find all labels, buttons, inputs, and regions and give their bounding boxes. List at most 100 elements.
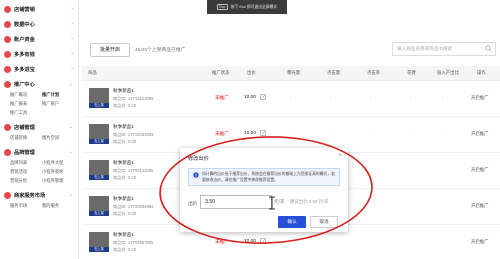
sidebar-data-center[interactable]: 数据中心 ›: [0, 17, 78, 32]
sidebar-item-promo-report[interactable]: 推广报表: [10, 101, 42, 107]
sidebar-item-marketing[interactable]: 营销活动: [10, 169, 42, 175]
batch-start-button[interactable]: 批量开启: [90, 43, 130, 57]
search-icon[interactable]: [485, 45, 492, 52]
product-name[interactable]: 秋季新品1: [113, 196, 134, 202]
promo-status: 未推广: [215, 239, 229, 244]
sidebar-brand-manage[interactable]: 品牌管理 ⌄: [0, 145, 78, 160]
sidebar-item-shop-decor[interactable]: 店铺装修: [10, 135, 42, 141]
chevron-down-icon: ⌄: [68, 149, 73, 155]
col-bid: 出价: [247, 70, 256, 75]
confirm-button[interactable]: 确认: [278, 216, 306, 228]
start-promo-link[interactable]: 开启推广: [471, 203, 489, 209]
col-impressions: 曝光量: [287, 70, 301, 75]
start-promo-link[interactable]: 开启推广: [471, 95, 489, 101]
col-clicks: 点击量: [327, 70, 341, 75]
wallet-icon: [4, 36, 11, 43]
product-tag: 去上架: [89, 211, 109, 216]
edit-icon[interactable]: [260, 130, 266, 136]
sidebar-item-promo-account[interactable]: 推广账户: [42, 101, 74, 107]
product-thumbnail[interactable]: 去上架: [89, 160, 109, 180]
product-name[interactable]: 秋季新品1: [113, 232, 134, 238]
search-input[interactable]: 输入商品名称或商品ID搜索: [392, 42, 496, 56]
sidebar-item-mini-promo[interactable]: 小程序大促: [42, 160, 74, 166]
product-name[interactable]: 秋季新品1: [113, 88, 134, 94]
spend-value: -: [410, 95, 412, 100]
start-promo-link[interactable]: 开启推广: [471, 167, 489, 173]
table-header: 商品 推广状态 出价 曝光量 点击量 点击率 花费 投入产出比 操作: [82, 66, 500, 81]
product-id: 商品ID: 17705934864: [113, 204, 154, 209]
sidebar-promo-center[interactable]: 推广中心 ⌄: [0, 77, 78, 92]
product-name[interactable]: 秋季新品1: [113, 160, 134, 166]
col-ctr: 点击率: [367, 70, 381, 75]
sidebar-multi-advance[interactable]: 多多进宝 ›: [0, 62, 78, 77]
product-id: 商品ID: 17716434093: [113, 132, 154, 137]
col-roi: 投入产出比: [437, 70, 459, 75]
sidebar-item-mini-manage[interactable]: 小程序管理: [42, 178, 74, 184]
sidebar-shop-manage[interactable]: 店铺管理 ⌄: [0, 120, 78, 135]
edit-bid-dialog: 修改出价 × 如计算的出价低于推荐出价，系统会在推荐出价的基础上为您保证高的曝光…: [180, 148, 348, 232]
sidebar-item-mini-decor[interactable]: 小程序装修: [42, 169, 74, 175]
clicks-value: -: [330, 131, 332, 136]
edit-icon[interactable]: [260, 94, 266, 100]
sidebar-item-promo-overview[interactable]: 推广概况: [10, 92, 42, 98]
shop-submenu: 店铺装修 图片空间: [0, 135, 78, 141]
sidebar-item-brand-list[interactable]: 品牌列表: [10, 160, 42, 166]
bid-value: 10.00: [244, 239, 257, 244]
sidebar-account-funds[interactable]: 账户资金 ›: [0, 32, 78, 47]
table-row: 去上架 秋季新品1 商品ID: 17716123089 商品价: 3.00 未推…: [82, 81, 500, 117]
cancel-button[interactable]: 取消: [310, 216, 338, 228]
chevron-down-icon: ⌄: [68, 124, 73, 130]
search-placeholder: 输入商品名称或商品ID搜索: [397, 46, 453, 51]
product-thumbnail[interactable]: 去上架: [89, 196, 109, 216]
dialog-notice: 如计算的出价低于推荐出价，系统会在推荐出价的基础上为您保证高的曝光，若要修改出价…: [188, 168, 340, 186]
promo-status: 未推广: [215, 131, 229, 136]
start-promo-link[interactable]: 开启推广: [471, 131, 489, 137]
roi-value: -: [442, 131, 444, 136]
chevron-right-icon: ›: [71, 51, 73, 57]
sidebar-item-service-market[interactable]: 服务市场: [10, 203, 42, 209]
sidebar-item-analysis[interactable]: 营销分析: [10, 178, 42, 184]
sidebar-store-marketing[interactable]: 店铺营销 ›: [0, 2, 78, 17]
sidebar-merchant-services[interactable]: 商家服务市场 ⌄: [0, 188, 78, 203]
promo-submenu: 推广概况 推广计划 推广报表 推广账户 推广工具: [0, 92, 78, 116]
coin-icon: [4, 51, 11, 58]
product-thumbnail[interactable]: 去上架: [89, 124, 109, 144]
product-id: 商品ID: 17704957595: [113, 240, 154, 245]
sidebar-item-promo-plan[interactable]: 推广计划: [42, 92, 74, 98]
esc-key: Esc: [216, 4, 228, 10]
product-thumbnail[interactable]: 去上架: [89, 232, 109, 252]
dialog-title: 修改出价: [188, 156, 209, 162]
sidebar-item-promo-tools[interactable]: 推广工具: [10, 110, 42, 116]
info-icon: [193, 172, 199, 178]
fullscreen-hint-text: 按下 Esc 即可退出全屏模式: [230, 4, 278, 9]
product-price: 商品价: 3.00: [113, 139, 137, 144]
sidebar: 店铺营销 › 数据中心 › 账户资金 › 多多有钱 › 多多进宝 › 推广中心 ⌄ 推广概况…: [0, 0, 79, 259]
clicks-value: -: [330, 95, 332, 100]
product-tag: 去上架: [89, 139, 109, 144]
fullscreen-hint: Esc 按下 Esc 即可退出全屏模式: [207, 0, 287, 14]
product-price: 商品价: 3.00: [113, 103, 137, 108]
bid-unit: 元/次: [274, 199, 285, 204]
product-tag: 去上架: [89, 175, 109, 180]
service-icon: [4, 192, 11, 199]
chevron-right-icon: ›: [71, 6, 73, 12]
bid-value: 10.00: [244, 95, 257, 100]
promo-count: 45/45个上架商品已推广: [135, 48, 186, 53]
brand-submenu: 品牌列表 小程序大促 营销活动 小程序装修 营销分析 小程序管理: [0, 160, 78, 184]
sidebar-item-image-space[interactable]: 图片空间: [42, 135, 74, 141]
brand-icon: [4, 149, 11, 156]
product-price: 商品价: 3.00: [113, 247, 137, 252]
start-promo-link[interactable]: 开启推广: [471, 239, 489, 245]
product-name[interactable]: 秋季新品1: [113, 124, 134, 130]
ctr-value: -: [370, 95, 372, 100]
close-icon[interactable]: ×: [338, 153, 342, 159]
edit-icon[interactable]: [260, 238, 266, 244]
sidebar-multi-campaign[interactable]: 多多有钱 ›: [0, 47, 78, 62]
promo-status: 未推广: [215, 95, 229, 100]
product-thumbnail[interactable]: 去上架: [89, 88, 109, 108]
ctr-value: -: [370, 131, 372, 136]
col-product: 商品: [88, 70, 97, 75]
bid-input[interactable]: 3.50: [200, 195, 272, 209]
sidebar-item-my-services[interactable]: 我的服务: [42, 203, 74, 209]
chevron-down-icon: ⌄: [68, 192, 73, 198]
